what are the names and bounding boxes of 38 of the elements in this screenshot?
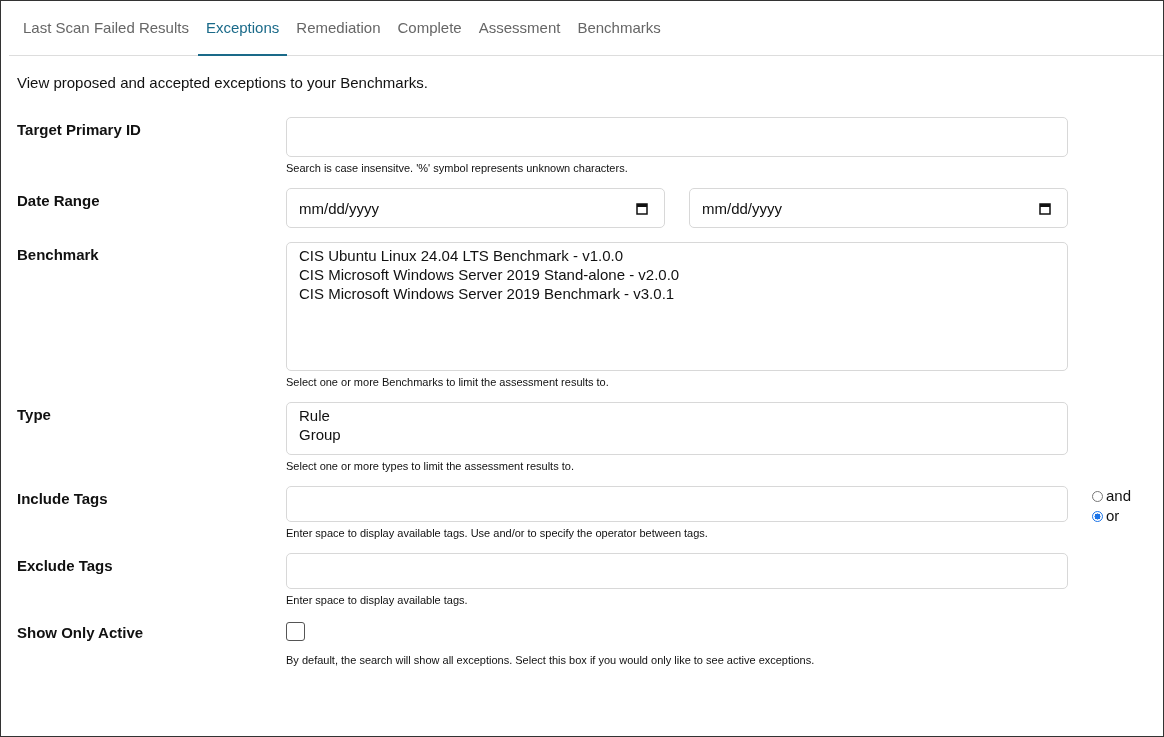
tab[interactable]: Remediation xyxy=(288,1,389,56)
help-text: Select one or more types to limit the assessment results to. xyxy=(286,460,575,472)
radio-label: and xyxy=(1106,486,1132,506)
intro-text: View proposed and accepted exceptions to your Benchmarks. xyxy=(17,74,429,91)
calendar-icon xyxy=(636,201,648,215)
radio-label: or xyxy=(1106,506,1120,526)
listbox-option[interactable]: CIS Microsoft Windows Server 2019 Benchmark - v3.0.1 xyxy=(299,285,1055,303)
text-field[interactable] xyxy=(286,117,1068,157)
tags-field[interactable] xyxy=(286,553,1068,589)
field-label: Include Tags xyxy=(16,489,109,509)
help-text: Enter space to display available tags. Use and/or to specify the operator between tags. xyxy=(286,527,709,539)
listbox-option[interactable]: CIS Microsoft Windows Server 2019 Stand-alone - v2.0.0 xyxy=(299,266,1055,284)
date-field[interactable]: mm/dd/yyyy xyxy=(689,188,1068,228)
field-label: Date Range xyxy=(16,191,101,211)
field-label: Target Primary ID xyxy=(16,120,142,140)
listbox-option[interactable]: Group xyxy=(299,426,1055,444)
multi-select-listbox[interactable]: Rule Group xyxy=(286,402,1068,455)
tab[interactable]: Assessment xyxy=(470,1,569,56)
tags-field[interactable] xyxy=(286,486,1068,522)
field-label: Benchmark xyxy=(16,245,100,265)
tab[interactable]: Last Scan Failed Results xyxy=(9,1,197,56)
help-text: Enter space to display available tags. xyxy=(286,594,469,606)
tab[interactable]: Complete xyxy=(389,1,470,56)
field-label: Show Only Active xyxy=(16,623,145,643)
calendar-icon xyxy=(1039,201,1051,215)
multi-select-listbox[interactable]: CIS Ubuntu Linux 24.04 LTS Benchmark - v1.0.0 CIS Microsoft Windows Server 2019 Stand-alone - v2.0.0 CIS Microsoft Windows Server 2019 Benchmark - v3.0.1 xyxy=(286,242,1068,371)
field-label: Type xyxy=(16,405,52,425)
listbox-option[interactable]: Rule xyxy=(299,407,1055,425)
field-label: Exclude Tags xyxy=(16,556,114,576)
help-text: Search is case insensitve. '%' symbol represents unknown characters. xyxy=(286,162,629,174)
tab[interactable]: Exceptions xyxy=(197,1,288,56)
checkbox[interactable] xyxy=(286,622,305,641)
tab[interactable]: Benchmarks xyxy=(569,1,669,56)
radio-button[interactable] xyxy=(1092,510,1103,522)
date-field[interactable]: mm/dd/yyyy xyxy=(286,188,665,228)
help-text: Select one or more Benchmarks to limit the assessment results to. xyxy=(286,376,610,388)
help-text: By default, the search will show all exceptions. Select this box if you would only like to see active exceptions. xyxy=(286,654,816,666)
listbox-option[interactable]: CIS Ubuntu Linux 24.04 LTS Benchmark - v1.0.0 xyxy=(299,247,1055,265)
